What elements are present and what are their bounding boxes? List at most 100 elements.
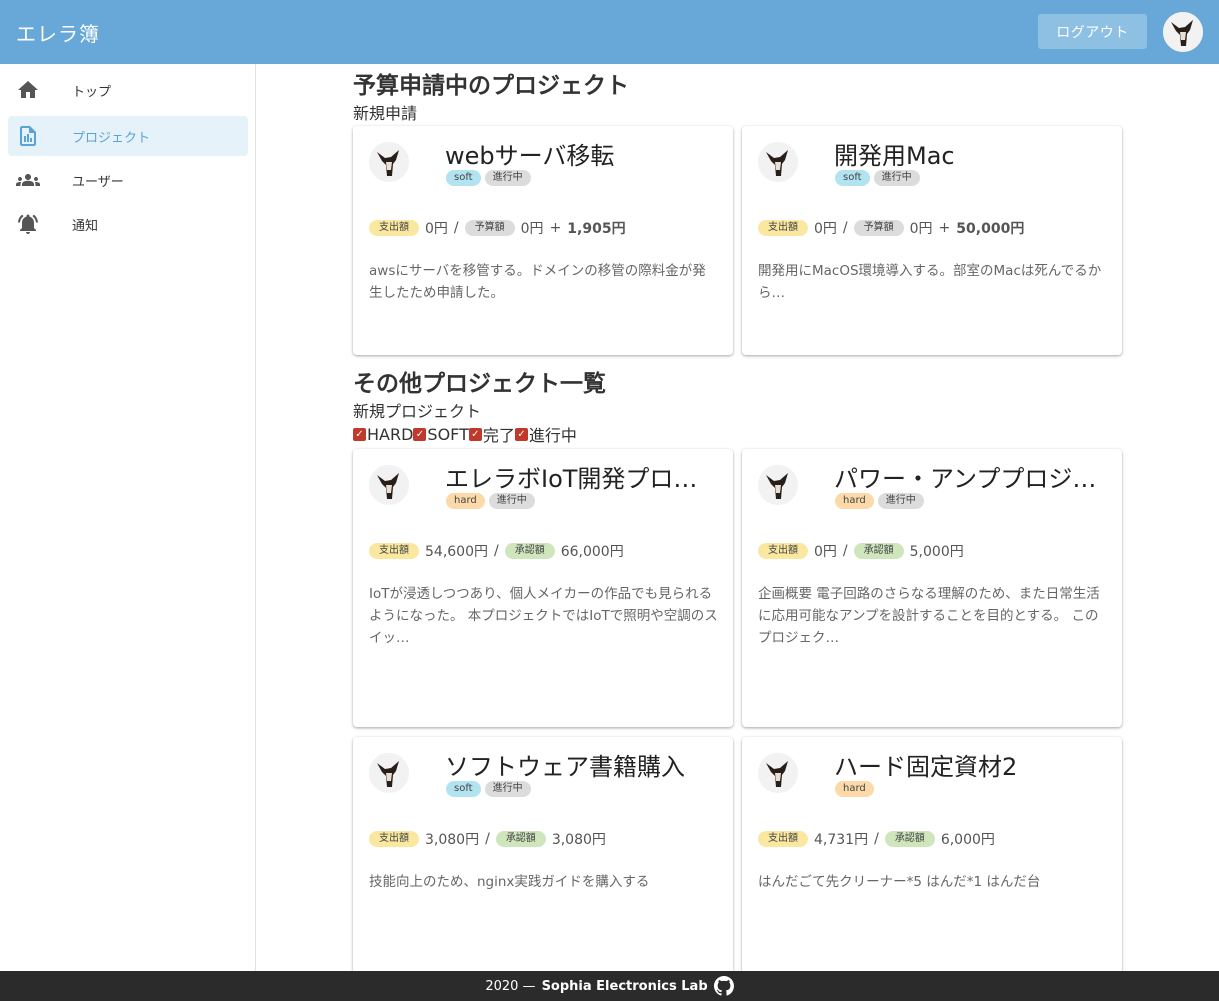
- tag-list: soft 進行中: [835, 170, 920, 186]
- project-title: 開発用Mac: [834, 142, 955, 170]
- budget-badge: 予算額: [464, 220, 515, 236]
- money-row: 支出額 54,600円 / 承認額 66,000円: [369, 541, 624, 561]
- owner-avatar: [758, 753, 798, 793]
- sidebar-item-notifications[interactable]: 通知: [8, 204, 248, 244]
- status-chip: 進行中: [877, 493, 924, 509]
- sidebar-item-users[interactable]: ユーザー: [8, 160, 248, 200]
- project-title: webサーバ移転: [445, 142, 615, 170]
- spent-badge: 支出額: [369, 220, 419, 236]
- spent-badge: 支出額: [758, 220, 808, 236]
- budget-value: 0円: [909, 221, 933, 237]
- owner-avatar: [369, 465, 409, 505]
- project-card[interactable]: エレラボIoT開発プロ… hard 進行中 支出額 54,600円 / 承認額 …: [353, 449, 733, 727]
- filter-bar: ✓ HARD ✓ SOFT ✓ 完了 ✓ 進行中: [353, 422, 577, 446]
- approved-badge: 承認額: [504, 543, 555, 559]
- main-content: 予算申請中のプロジェクト 新規申請 webサーバ移転 soft 進行中 支出額 …: [256, 64, 1219, 977]
- project-description: IoTが浸透しつつあり、個人メイカーの作品でも見られるようになった。 本プロジェ…: [369, 586, 718, 646]
- project-card[interactable]: webサーバ移転 soft 進行中 支出額 0円 / 予算額 0円 + 1,90…: [353, 126, 733, 355]
- separator: /: [842, 220, 848, 236]
- pending-section-title: 予算申請中のプロジェクト: [353, 73, 629, 99]
- budget-value: 0円: [520, 221, 544, 237]
- project-card[interactable]: 開発用Mac soft 進行中 支出額 0円 / 予算額 0円 + 50,000…: [742, 126, 1122, 355]
- logout-button[interactable]: ログアウト: [1038, 14, 1147, 49]
- sidebar-item-label: プロジェクト: [72, 131, 151, 146]
- spent-value: 3,080円: [425, 832, 480, 848]
- footer-year: 2020 —: [485, 978, 536, 994]
- status-chip: 進行中: [484, 170, 531, 186]
- status-chip: 進行中: [873, 170, 920, 186]
- new-request-link[interactable]: 新規申請: [353, 100, 417, 124]
- footer: 2020 — Sophia Electronics Lab: [0, 971, 1219, 1001]
- filter-in-progress[interactable]: ✓ 進行中: [514, 422, 577, 446]
- project-description: はんだごて先クリーナー*5 はんだ*1 はんだ台: [758, 874, 1041, 890]
- spent-badge: 支出額: [758, 543, 808, 559]
- project-description: 技能向上のため、nginx実践ガイドを購入する: [369, 874, 650, 890]
- filter-label: 進行中: [528, 426, 577, 445]
- tag-list: hard 進行中: [446, 493, 535, 509]
- owner-avatar: [758, 465, 798, 505]
- sidebar-item-label: 通知: [72, 219, 99, 234]
- approved-value: 66,000円: [560, 544, 624, 560]
- separator: /: [842, 543, 848, 559]
- project-report-icon: [20, 126, 36, 146]
- checkbox-checked-icon[interactable]: ✓: [468, 427, 482, 441]
- checkbox-checked-icon[interactable]: ✓: [353, 427, 366, 441]
- tag-chip: hard: [446, 493, 485, 509]
- approved-badge: 承認額: [884, 831, 935, 847]
- avatar-image: [369, 465, 409, 505]
- approved-badge: 承認額: [495, 831, 546, 847]
- avatar-image: [1163, 12, 1203, 52]
- money-row: 支出額 0円 / 承認額 5,000円: [758, 541, 964, 561]
- tag-list: hard 進行中: [835, 493, 924, 509]
- spent-value: 54,600円: [425, 544, 488, 560]
- project-card[interactable]: パワー・アンププロジ… hard 進行中 支出額 0円 / 承認額 5,000円…: [742, 449, 1122, 727]
- sidebar-item-top[interactable]: トップ: [8, 70, 248, 110]
- checkbox-checked-icon[interactable]: ✓: [413, 427, 427, 441]
- budget-badge: 予算額: [853, 220, 904, 236]
- new-project-link[interactable]: 新規プロジェクト: [353, 398, 481, 422]
- user-avatar[interactable]: [1163, 12, 1203, 52]
- app-title[interactable]: エレラ簿: [16, 18, 100, 47]
- project-card[interactable]: ハード固定資材2 hard 支出額 4,731円 / 承認額 6,000円 はん…: [742, 737, 1122, 977]
- project-description: awsにサーバを移管する。ドメインの移管の際料金が発生したため申請した。: [369, 263, 706, 301]
- sidebar-item-label: トップ: [72, 85, 112, 100]
- filter-hard[interactable]: ✓ HARD: [353, 425, 413, 444]
- money-row: 支出額 4,731円 / 承認額 6,000円: [758, 829, 995, 849]
- project-title: エレラボIoT開発プロ…: [445, 465, 698, 493]
- checkbox-checked-icon[interactable]: ✓: [514, 427, 528, 441]
- separator: /: [874, 831, 879, 847]
- filter-label: 完了: [482, 426, 515, 445]
- tag-chip: hard: [835, 781, 874, 797]
- owner-avatar: [758, 142, 798, 182]
- github-icon[interactable]: [713, 976, 734, 996]
- footer-brand: Sophia Electronics Lab: [541, 978, 708, 994]
- filter-soft[interactable]: ✓ SOFT: [413, 425, 469, 444]
- filter-done[interactable]: ✓ 完了: [468, 422, 515, 446]
- tag-chip: soft: [835, 170, 870, 186]
- plus-sign: +: [938, 220, 951, 236]
- tag-chip: hard: [835, 493, 874, 509]
- project-card[interactable]: ソフトウェア書籍購入 soft 進行中 支出額 3,080円 / 承認額 3,0…: [353, 737, 733, 977]
- money-row: 支出額 0円 / 予算額 0円 + 1,905円: [369, 218, 626, 238]
- money-row: 支出額 0円 / 予算額 0円 + 50,000円: [758, 218, 1024, 238]
- approved-value: 3,080円: [551, 832, 606, 848]
- sidebar-item-projects[interactable]: プロジェクト: [8, 116, 248, 156]
- money-row: 支出額 3,080円 / 承認額 3,080円: [369, 829, 606, 849]
- status-chip: 進行中: [484, 781, 531, 797]
- spent-value: 0円: [814, 544, 837, 560]
- sidebar: トップ プロジェクト ユーザー 通知: [0, 64, 256, 971]
- separator: /: [494, 543, 499, 559]
- separator: /: [485, 831, 490, 847]
- tag-list: hard: [835, 781, 874, 797]
- users-icon: [16, 174, 40, 186]
- home-icon: [18, 81, 38, 98]
- project-title: パワー・アンププロジ…: [834, 465, 1097, 493]
- plus-sign: +: [549, 220, 562, 236]
- app-bar: エレラ簿 ログアウト: [0, 0, 1219, 64]
- sidebar-item-label: ユーザー: [72, 175, 124, 190]
- avatar-image: [758, 142, 798, 182]
- project-description: 開発用にMacOS環境導入する。部室のMacは死んでるから…: [758, 263, 1102, 301]
- avatar-image: [369, 142, 409, 182]
- avatar-image: [369, 753, 409, 793]
- status-chip: 進行中: [488, 493, 535, 509]
